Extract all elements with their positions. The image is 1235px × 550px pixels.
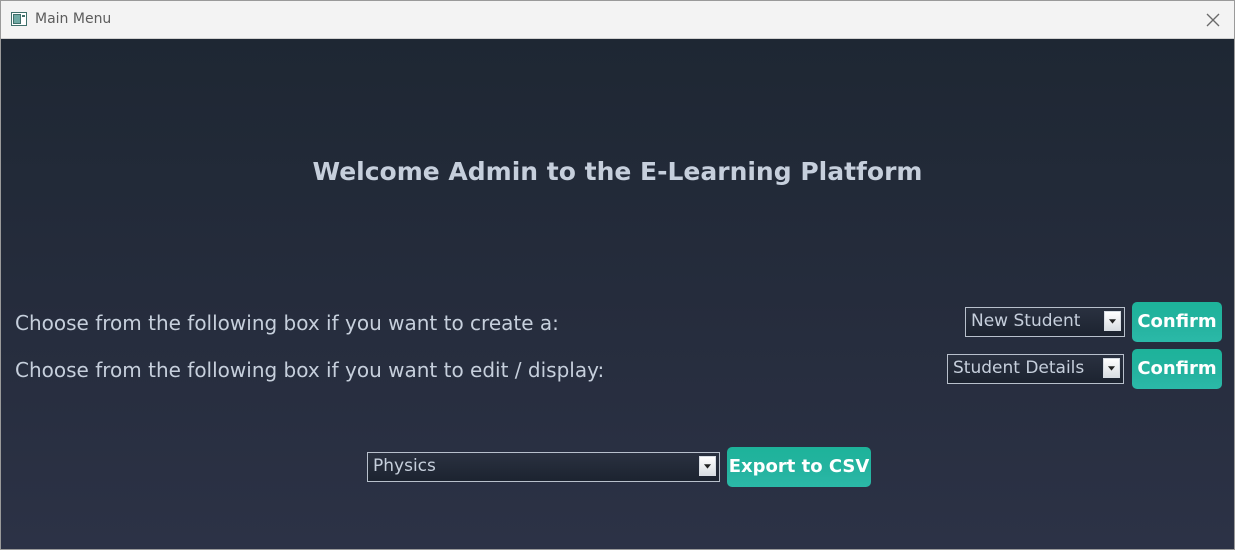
export-csv-button[interactable]: Export to CSV: [727, 447, 871, 487]
triangle-down-icon[interactable]: [1103, 358, 1120, 378]
window-title: Main Menu: [35, 11, 112, 27]
confirm-edit-button[interactable]: Confirm: [1132, 349, 1222, 389]
create-type-select[interactable]: New Student: [965, 307, 1125, 337]
close-icon[interactable]: [1202, 9, 1224, 31]
window-icon: [11, 12, 27, 26]
course-select[interactable]: Physics: [367, 452, 720, 482]
title-bar: Main Menu: [1, 1, 1234, 39]
edit-type-select[interactable]: Student Details: [947, 354, 1124, 384]
main-content: Welcome Admin to the E-Learning Platform…: [1, 39, 1234, 549]
page-heading: Welcome Admin to the E-Learning Platform: [312, 157, 923, 186]
confirm-create-button[interactable]: Confirm: [1132, 302, 1222, 342]
create-label: Choose from the following box if you wan…: [15, 311, 559, 335]
main-menu-window: Main Menu Welcome Admin to the E-Learnin…: [0, 0, 1235, 550]
edit-type-selected: Student Details: [953, 358, 1085, 378]
triangle-down-icon[interactable]: [699, 456, 716, 476]
triangle-down-icon[interactable]: [1104, 311, 1121, 331]
course-selected: Physics: [373, 456, 436, 476]
create-type-selected: New Student: [971, 311, 1081, 331]
edit-label: Choose from the following box if you wan…: [15, 358, 605, 382]
